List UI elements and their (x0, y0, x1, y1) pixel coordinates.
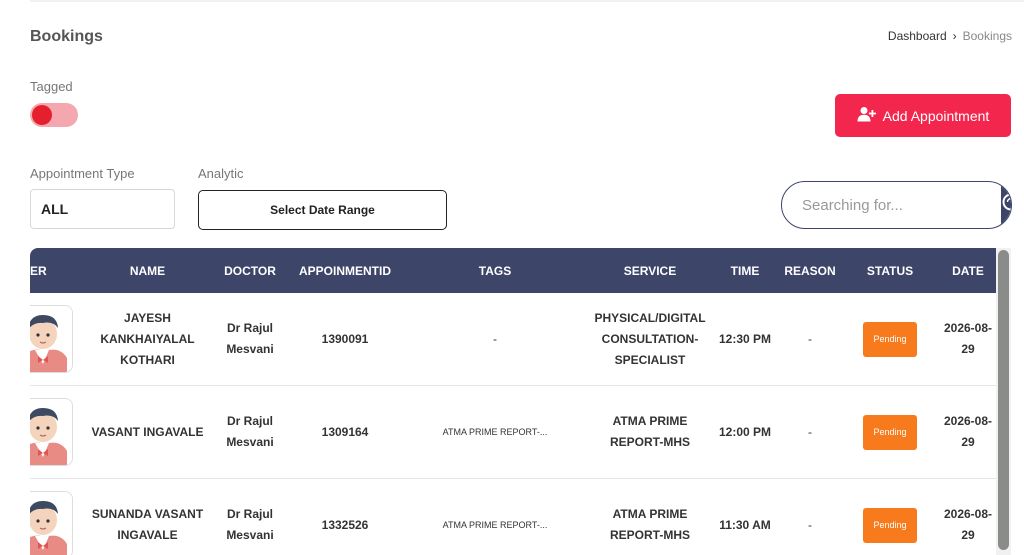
cell-date: 2026-08-29 (943, 321, 993, 356)
appointment-type-select[interactable]: ALL (30, 189, 175, 229)
date-range-label: Select Date Range (270, 203, 375, 217)
cell-name: VASANT INGAVALE (91, 424, 204, 439)
column-header-time: TIME (730, 263, 760, 278)
status-badge[interactable]: Pending (863, 507, 917, 543)
column-header-reason: REASON (784, 263, 836, 278)
user-avatar-icon (30, 398, 73, 466)
analytic-label: Analytic (198, 166, 244, 181)
search-bar (781, 181, 1012, 229)
table-row[interactable]: SUNANDA VASANT INGAVALE Dr Rajul Mesvani… (30, 479, 996, 555)
cell-reason: - (808, 331, 812, 346)
cell-appointment-id: 1332526 (321, 517, 369, 532)
cell-date: 2026-08-29 (943, 414, 993, 449)
cell-time: 12:30 PM (718, 331, 772, 346)
cell-tags: ATMA PRIME REPORT-... (442, 519, 548, 530)
breadcrumb-separator: › (952, 29, 957, 43)
breadcrumb-home[interactable]: Dashboard (888, 29, 947, 43)
date-range-button[interactable]: Select Date Range (198, 190, 447, 230)
cell-service: ATMA PRIME REPORT-MHS (609, 414, 690, 449)
cell-name: SUNANDA VASANT INGAVALE (91, 507, 204, 542)
cell-tags: - (493, 331, 497, 346)
breadcrumb: Dashboard › Bookings (888, 29, 1012, 43)
cell-tags: ATMA PRIME REPORT-... (442, 426, 548, 437)
cell-appointment-id: 1390091 (321, 331, 369, 346)
table-scrollbar[interactable] (996, 248, 1011, 555)
column-header-date: DATE (952, 263, 984, 278)
tagged-toggle[interactable] (30, 103, 78, 127)
top-divider (30, 0, 1024, 2)
table-header: USER NAME DOCTOR APPOINMENTID TAGS SERVI… (30, 248, 996, 293)
scrollbar-thumb[interactable] (998, 250, 1009, 550)
cell-service: PHYSICAL/DIGITAL CONSULTATION-SPECIALIST (594, 310, 706, 367)
cell-doctor: Dr Rajul Mesvani (226, 414, 274, 449)
cell-status: Pending (840, 479, 940, 555)
cell-reason: - (808, 517, 812, 532)
toggle-knob (32, 105, 52, 125)
appointment-type-label: Appointment Type (30, 166, 135, 181)
bookings-table: USER NAME DOCTOR APPOINMENTID TAGS SERVI… (30, 248, 996, 555)
cell-service: ATMA PRIME REPORT-MHS (609, 507, 690, 542)
column-header-name: NAME (129, 263, 166, 278)
cell-appointment-id: 1309164 (321, 424, 369, 439)
cell-doctor: Dr Rajul Mesvani (226, 321, 274, 356)
user-avatar-icon (30, 305, 73, 373)
column-header-appointment-id: APPOINMENTID (298, 263, 391, 278)
cell-name: JAYESH KANKHAIYALAL KOTHARI (100, 310, 195, 367)
table-row[interactable]: JAYESH KANKHAIYALAL KOTHARI Dr Rajul Mes… (30, 293, 996, 386)
search-icon (1001, 192, 1011, 219)
status-badge[interactable]: Pending (863, 321, 917, 357)
breadcrumb-current: Bookings (962, 29, 1012, 43)
cell-doctor: Dr Rajul Mesvani (226, 507, 274, 542)
column-header-doctor: DOCTOR (224, 263, 276, 278)
search-input[interactable] (782, 182, 1001, 228)
add-appointment-button[interactable]: Add Appointment (835, 94, 1011, 137)
column-header-status: STATUS (866, 263, 914, 278)
column-header-tags: TAGS (478, 263, 512, 278)
table-row[interactable]: VASANT INGAVALE Dr Rajul Mesvani 1309164… (30, 386, 996, 479)
cell-status: Pending (840, 293, 940, 385)
cell-time: 11:30 AM (719, 517, 771, 532)
appointment-type-value: ALL (41, 201, 69, 217)
cell-status: Pending (840, 386, 940, 478)
cell-reason: - (808, 424, 812, 439)
status-badge[interactable]: Pending (863, 414, 917, 450)
column-header-user: USER (30, 263, 47, 278)
search-button[interactable] (1001, 182, 1011, 228)
column-header-service: SERVICE (623, 263, 677, 278)
cell-time: 12:00 PM (718, 424, 772, 439)
cell-date: 2026-08-29 (943, 507, 993, 542)
user-plus-icon (857, 106, 877, 125)
tagged-label: Tagged (30, 79, 73, 94)
page-title: Bookings (30, 28, 103, 45)
add-appointment-label: Add Appointment (882, 107, 990, 124)
user-avatar-icon (30, 491, 73, 555)
